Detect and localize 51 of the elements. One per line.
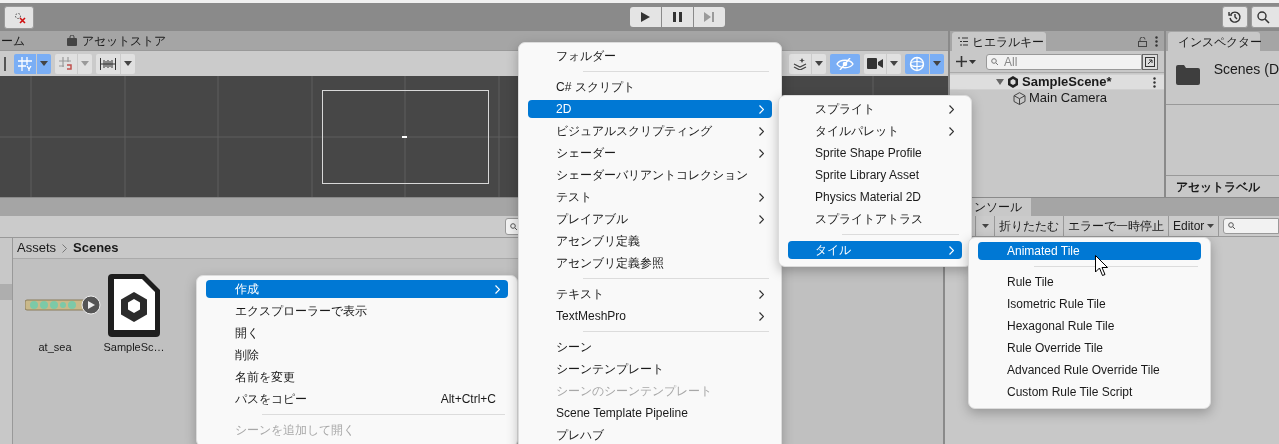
menu-item[interactable]: Hexagonal Rule Tile	[978, 317, 1201, 335]
menu-item[interactable]: テキスト	[528, 285, 772, 303]
menu-item[interactable]: プレハブ	[528, 426, 772, 444]
hierarchy-tab[interactable]: ヒエラルキー	[952, 32, 1046, 51]
menu-item[interactable]: C# スクリプト	[528, 78, 772, 96]
menu-item[interactable]: Animated Tile	[978, 242, 1201, 260]
menu-item[interactable]: 名前を変更	[206, 368, 508, 386]
menu-item[interactable]: Isometric Rule Tile	[978, 295, 1201, 313]
asset-name: SampleSc…	[103, 340, 165, 355]
search-field[interactable]: All	[986, 53, 1142, 70]
menu-item[interactable]: Rule Tile	[978, 273, 1201, 291]
search-field[interactable]: All	[1004, 54, 1124, 69]
menu-item[interactable]: 2D	[528, 100, 772, 118]
menu-item[interactable]: シーン	[528, 338, 772, 356]
section-label: アセットラベル	[1175, 178, 1260, 196]
menu-item[interactable]: 開く	[206, 324, 508, 342]
menu-item[interactable]: Advanced Rule Override Tile	[978, 361, 1201, 379]
breadcrumb-item[interactable]: Scenes	[73, 238, 119, 258]
menu-item[interactable]: ビジュアルスクリプティング	[528, 122, 772, 140]
menu-item[interactable]: TextMeshPro	[528, 307, 772, 325]
menu-item[interactable]: 作成	[206, 280, 508, 298]
console-toggle-button[interactable]: 折りたたむ	[995, 216, 1064, 236]
object-name: Main Camera	[1029, 89, 1108, 108]
menu-item[interactable]: アセンブリ定義	[528, 232, 772, 250]
menu-item[interactable]: フォルダー	[528, 47, 772, 65]
menu-item[interactable]: エクスプローラーで表示	[206, 302, 508, 320]
breadcrumb-item[interactable]: Assets	[17, 238, 56, 258]
menu-item[interactable]: テスト	[528, 188, 772, 206]
menu-item[interactable]: パスをコピー Alt+Ctrl+C	[206, 390, 508, 408]
menu-item[interactable]: Custom Rule Tile Script	[978, 383, 1201, 401]
inspector-tab[interactable]: インスペクター	[1167, 32, 1260, 51]
editor-tab[interactable]: アセットストア	[67, 31, 166, 50]
editor-dropdown[interactable]: Editor	[1169, 216, 1220, 236]
scene-name: SampleScene*	[1022, 73, 1112, 92]
menu-item[interactable]: プレイアブル	[528, 210, 772, 228]
menu-item[interactable]: タイルパレット	[788, 122, 962, 140]
menu-item[interactable]: アセンブリ定義参照	[528, 254, 772, 272]
menu-item[interactable]: 削除	[206, 346, 508, 364]
menu-item[interactable]: Rule Override Tile	[978, 339, 1201, 357]
console-toggle-button[interactable]: エラーで一時停止	[1064, 216, 1169, 236]
menu-item[interactable]: シーンテンプレート	[528, 360, 772, 378]
menu-item[interactable]: シェーダー	[528, 144, 772, 162]
menu-item[interactable]: タイル	[788, 241, 962, 259]
scene-row[interactable]: SampleScene*	[950, 74, 1164, 90]
menu-item[interactable]: Sprite Library Asset	[788, 166, 962, 184]
asset-name: at_sea	[38, 340, 72, 355]
asset-title: Scenes (D	[1213, 60, 1279, 79]
menu-item[interactable]: Sprite Shape Profile	[788, 144, 962, 162]
editor-tab[interactable]: ーム	[1, 31, 25, 50]
menu-item[interactable]: Scene Template Pipeline	[528, 404, 772, 422]
menu-item[interactable]: シェーダーバリアントコレクション	[528, 166, 772, 184]
